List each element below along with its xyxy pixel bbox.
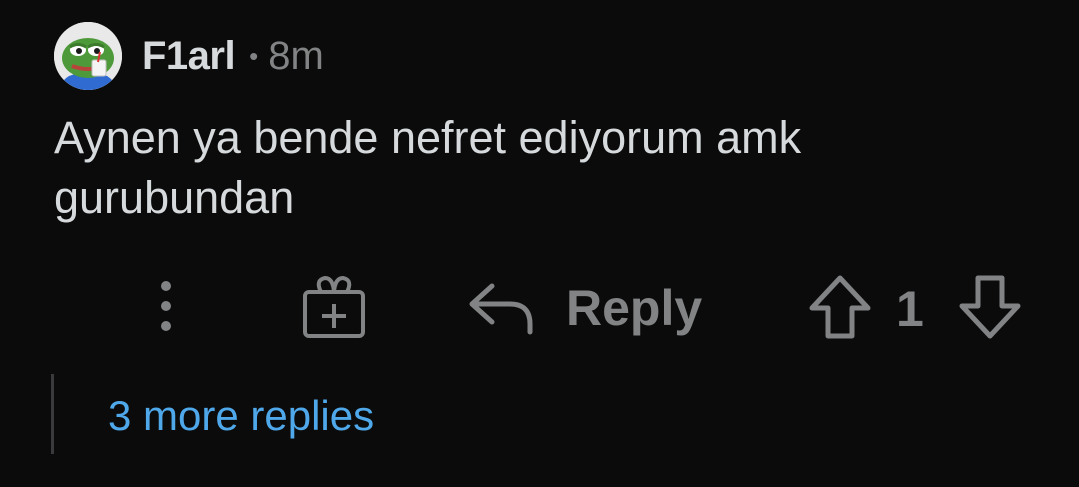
gift-award-icon: [303, 275, 365, 338]
downvote-button[interactable]: [956, 272, 1024, 342]
comment-body: Aynen ya bende nefret ediyorum amk gurub…: [54, 112, 802, 223]
user-avatar[interactable]: [54, 22, 122, 90]
reply-button[interactable]: Reply: [466, 270, 702, 346]
vote-score: 1: [896, 281, 924, 337]
pepe-frog-icon: [54, 22, 122, 90]
thread-line[interactable]: [51, 374, 54, 454]
more-replies-link[interactable]: 3 more replies: [108, 392, 374, 440]
downvote-arrow-icon: [959, 275, 1021, 339]
comment-timestamp: 8m: [268, 33, 324, 78]
reply-arrow-icon: [469, 283, 533, 335]
meta-separator: •: [249, 40, 259, 71]
comment-card: F1arl • 8m Aynen ya bende nefret ediyoru…: [0, 0, 1079, 487]
upvote-button[interactable]: [806, 272, 874, 342]
comment-header: F1arl • 8m: [54, 22, 324, 90]
vertical-dots-icon: [161, 281, 171, 331]
more-options-button[interactable]: [140, 276, 192, 336]
upvote-arrow-icon: [809, 275, 871, 339]
reply-label: Reply: [566, 280, 703, 336]
award-button[interactable]: [296, 272, 372, 342]
username-link[interactable]: F1arl: [142, 34, 236, 79]
